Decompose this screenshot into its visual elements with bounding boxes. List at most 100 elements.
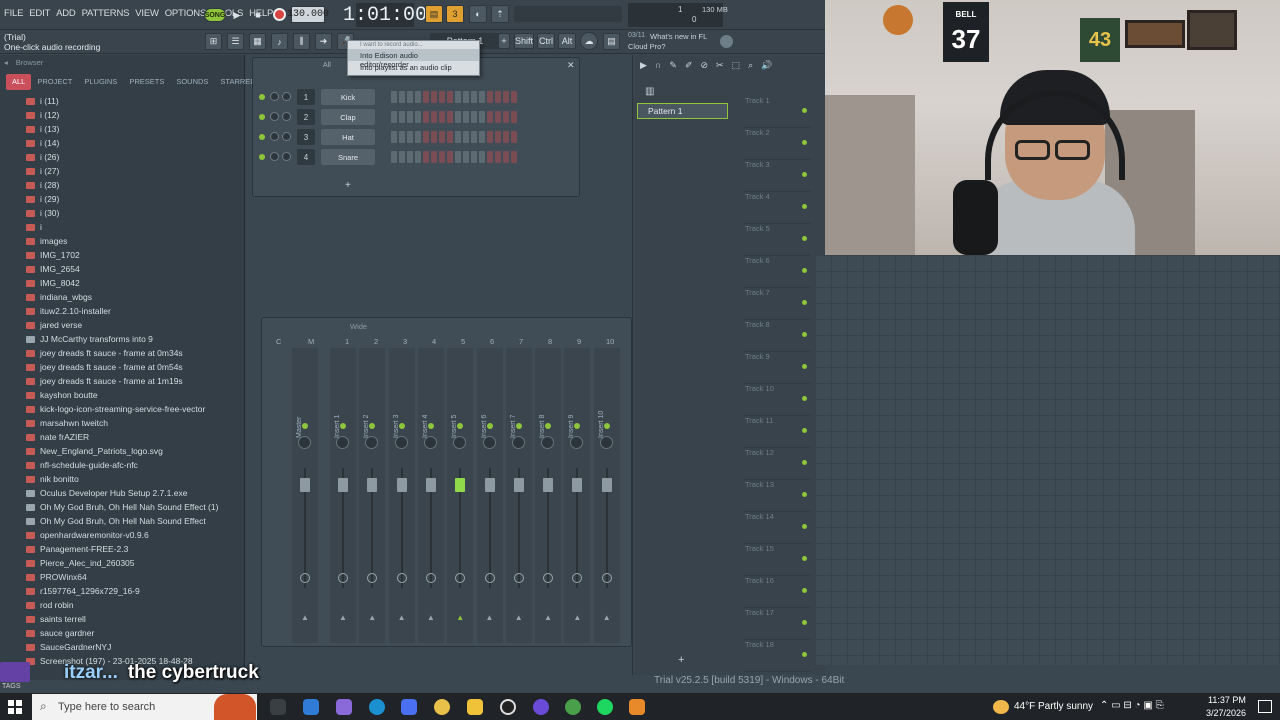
spotify-icon[interactable] xyxy=(597,699,613,715)
mixer-track[interactable]: Insert 9 ▲ xyxy=(564,348,591,643)
step-button[interactable] xyxy=(495,111,501,123)
step-button[interactable] xyxy=(407,151,413,163)
mixer-track-led[interactable] xyxy=(457,423,464,429)
browser-item[interactable]: IMG_1702 xyxy=(0,248,245,262)
browser-item[interactable]: IMG_2654 xyxy=(0,262,245,276)
mixer-icon[interactable]: ⫼ xyxy=(293,33,310,50)
track-mute-led[interactable] xyxy=(802,588,807,593)
step-button[interactable] xyxy=(423,91,429,103)
mixer-pan-knob[interactable] xyxy=(511,436,525,449)
browser-item[interactable]: kick-logo-icon-streaming-service-free-ve… xyxy=(0,402,245,416)
edge-icon[interactable] xyxy=(369,699,385,715)
step-button[interactable] xyxy=(407,111,413,123)
step-button[interactable] xyxy=(391,91,397,103)
channel-name-button[interactable]: Hat xyxy=(321,129,375,145)
brush-icon[interactable]: ✐ xyxy=(685,60,693,72)
step-button[interactable] xyxy=(423,131,429,143)
browser-item[interactable]: rod robin xyxy=(0,598,245,612)
mixer-fader[interactable] xyxy=(572,478,583,492)
piano-roll-icon[interactable]: ♪ xyxy=(271,33,288,50)
news-icon[interactable]: ▤ xyxy=(603,33,620,50)
mixer-track[interactable]: Insert 5 ▲ xyxy=(447,348,474,643)
apps-icon[interactable] xyxy=(401,699,417,715)
mixer-pan-knob[interactable] xyxy=(453,436,467,449)
browser-item[interactable]: i (11) xyxy=(0,94,245,108)
browser-item[interactable]: i (27) xyxy=(0,164,245,178)
step-button[interactable] xyxy=(399,91,405,103)
playlist-track[interactable]: Track 9 xyxy=(743,352,810,384)
playlist-track[interactable]: Track 2 xyxy=(743,128,810,160)
countdown-icon[interactable]: 3 xyxy=(446,5,464,23)
browser-item[interactable]: joey dreads ft sauce - frame at 0m34s xyxy=(0,346,245,360)
weather-text[interactable]: Partly sunny xyxy=(1038,701,1093,712)
globe-icon[interactable] xyxy=(720,35,733,48)
browser-item[interactable]: i (30) xyxy=(0,206,245,220)
channel-mute-led[interactable] xyxy=(259,94,265,100)
master-pitch-slider[interactable] xyxy=(514,6,622,22)
browser-item[interactable]: openhardwaremonitor-v0.9.6 xyxy=(0,528,245,542)
browser-item[interactable]: Panagement-FREE-2.3 xyxy=(0,542,245,556)
mixer-pan-knob[interactable] xyxy=(570,436,584,449)
step-button[interactable] xyxy=(471,151,477,163)
track-mute-led[interactable] xyxy=(802,140,807,145)
playlist-track[interactable]: Track 10 xyxy=(743,384,810,416)
mixer-track-led[interactable] xyxy=(545,423,552,429)
mixer-track[interactable]: Insert 7 ▲ xyxy=(505,348,532,643)
browser-item[interactable]: i (28) xyxy=(0,178,245,192)
browser-item[interactable]: IMG_8042 xyxy=(0,276,245,290)
browser-item[interactable]: kayshon boutte xyxy=(0,388,245,402)
menu-patterns[interactable]: PATTERNS xyxy=(82,8,130,19)
mixer-send-arrow-icon[interactable]: ▲ xyxy=(368,613,376,622)
step-button[interactable] xyxy=(407,91,413,103)
playlist-track[interactable]: Track 3 xyxy=(743,160,810,192)
browser-item[interactable]: Oh My God Bruh, Oh Hell Nah Sound Effect xyxy=(0,514,245,528)
mixer-track[interactable]: Insert 2 ▲ xyxy=(359,348,386,643)
mixer-track[interactable]: Insert 10 ▲ xyxy=(593,348,620,643)
step-button[interactable] xyxy=(463,91,469,103)
channel-filter[interactable]: All xyxy=(323,62,331,69)
track-mute-led[interactable] xyxy=(802,300,807,305)
close-icon[interactable]: ✕ xyxy=(567,60,575,71)
mixer-fader[interactable] xyxy=(367,478,378,492)
browser-item[interactable]: PROWinx64 xyxy=(0,570,245,584)
channel-name-button[interactable]: Kick xyxy=(321,89,375,105)
menu-file[interactable]: FILE xyxy=(4,8,23,19)
channel-pan-knob[interactable] xyxy=(270,152,279,161)
step-button[interactable] xyxy=(407,131,413,143)
step-button[interactable] xyxy=(399,151,405,163)
track-mute-led[interactable] xyxy=(802,396,807,401)
browser-item[interactable]: Oh My God Bruh, Oh Hell Nah Sound Effect… xyxy=(0,500,245,514)
mixer-track-led[interactable] xyxy=(574,423,581,429)
step-button[interactable] xyxy=(503,151,509,163)
mixer-track[interactable]: Insert 4 ▲ xyxy=(417,348,444,643)
step-edit-icon[interactable]: ⇡ xyxy=(491,5,509,23)
notification-icon[interactable] xyxy=(1258,700,1272,713)
add-pattern-icon[interactable]: + xyxy=(498,33,510,49)
channel-number[interactable]: 3 xyxy=(297,129,315,145)
step-button[interactable] xyxy=(511,151,517,163)
playlist-track[interactable]: Track 16 xyxy=(743,576,810,608)
playlist-track[interactable]: Track 5 xyxy=(743,224,810,256)
weather-temp[interactable]: 44°F xyxy=(1014,701,1035,712)
step-button[interactable] xyxy=(479,131,485,143)
menu-item-playlist-audio[interactable]: Into playlist as an audio clip xyxy=(348,61,479,73)
step-button[interactable] xyxy=(503,131,509,143)
step-button[interactable] xyxy=(495,131,501,143)
step-button[interactable] xyxy=(447,151,453,163)
mixer-fader[interactable] xyxy=(543,478,554,492)
mixer-send-arrow-icon[interactable]: ▲ xyxy=(427,613,435,622)
track-mute-led[interactable] xyxy=(802,108,807,113)
arrow-right-icon[interactable]: ➜ xyxy=(315,33,332,50)
mixer-send-arrow-icon[interactable]: ▲ xyxy=(515,613,523,622)
step-button[interactable] xyxy=(487,111,493,123)
step-button[interactable] xyxy=(455,151,461,163)
step-button[interactable] xyxy=(487,151,493,163)
discord-icon[interactable] xyxy=(533,699,549,715)
browser-item[interactable]: joey dreads ft sauce - frame at 0m54s xyxy=(0,360,245,374)
browser-tab-presets[interactable]: PRESETS xyxy=(123,74,170,90)
mixer-track[interactable]: Insert 3 ▲ xyxy=(388,348,415,643)
step-button[interactable] xyxy=(439,91,445,103)
mixer-track-led[interactable] xyxy=(302,423,308,429)
zoom-icon[interactable]: ⌕ xyxy=(748,60,753,72)
news-text[interactable]: What's new in FL Cloud Pro? xyxy=(628,32,708,52)
